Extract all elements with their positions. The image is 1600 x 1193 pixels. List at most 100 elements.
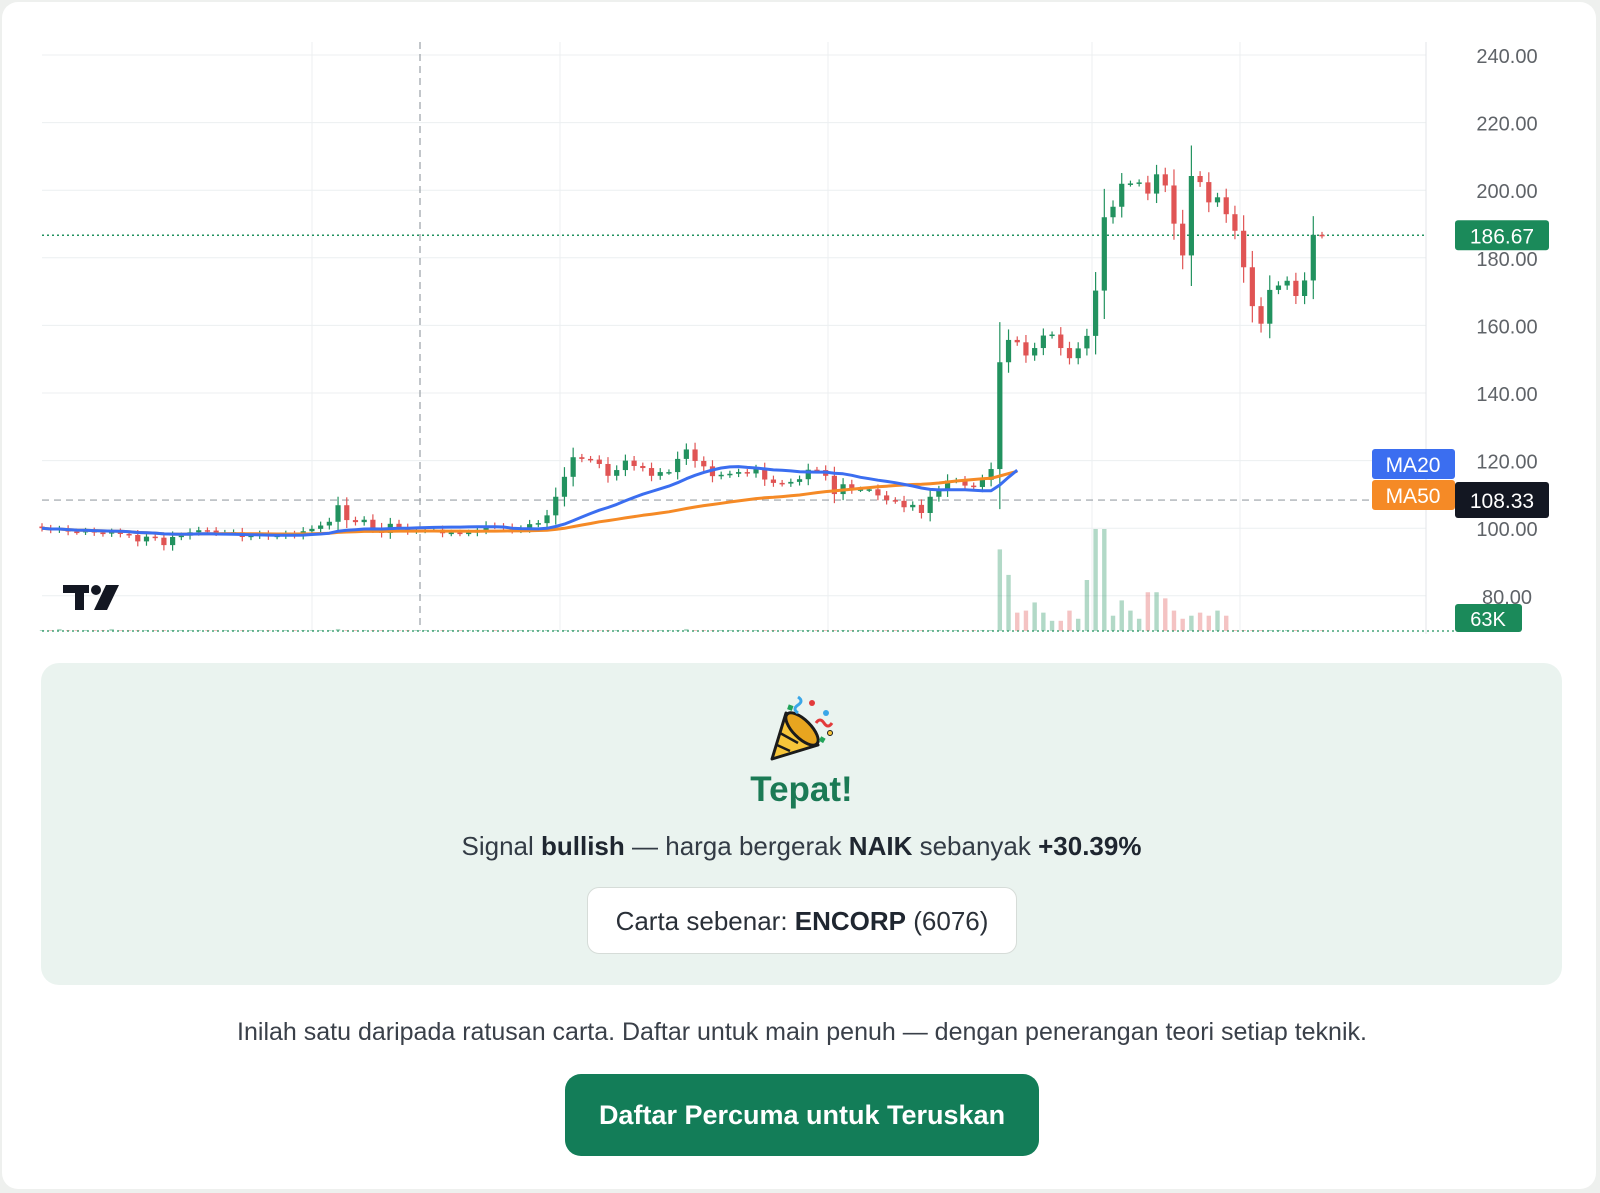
- candle-body: [762, 469, 768, 480]
- candle-body: [1249, 267, 1255, 307]
- volume-bar: [1128, 610, 1133, 631]
- candle-body: [1032, 348, 1038, 356]
- candle-body: [587, 458, 594, 461]
- candle-body: [875, 489, 881, 496]
- candle-body: [770, 479, 777, 483]
- candle-body: [631, 460, 637, 467]
- volume-bar: [1215, 610, 1220, 631]
- candle-body: [779, 482, 785, 485]
- candle-body: [605, 463, 611, 476]
- candle-body: [788, 481, 794, 484]
- candle-body: [74, 531, 80, 534]
- y-tick-label: 160.00: [1476, 316, 1537, 338]
- candle-body: [735, 472, 742, 474]
- candle-body: [701, 460, 707, 467]
- actual-prefix: Carta sebenar:: [615, 906, 795, 936]
- volume-bar: [1084, 580, 1090, 631]
- candle-body: [448, 532, 454, 535]
- price-chart[interactable]: 240.00 220.00 200.00 180.00 160.00 140.00 120.…: [2, 2, 1570, 642]
- volume-bar: [1032, 602, 1037, 631]
- candle-body: [457, 532, 463, 535]
- candle-body: [866, 489, 872, 491]
- volume-bar: [1023, 610, 1029, 631]
- legend-label-ma50: MA50: [1386, 485, 1441, 508]
- candle-body: [196, 530, 202, 533]
- party-popper-icon: [770, 695, 834, 761]
- result-panel: Tepat! Signal bullish — harga bergerak N…: [41, 663, 1562, 985]
- actual-chart-pill: Carta sebenar: ENCORP (6076): [587, 887, 1017, 954]
- candle-body: [1293, 280, 1299, 296]
- candle-body: [927, 496, 933, 513]
- tradingview-logo-icon: [63, 585, 119, 610]
- candle-body: [352, 520, 359, 523]
- candle-body: [135, 534, 141, 542]
- candle-body: [1040, 335, 1046, 349]
- candle-body: [178, 535, 184, 538]
- candle-body: [318, 525, 324, 529]
- candle-body: [544, 515, 550, 524]
- candle-body: [1258, 306, 1264, 324]
- candle-body: [727, 473, 733, 476]
- change-percent: +30.39%: [1038, 831, 1142, 861]
- volume-label: 63K: [1470, 609, 1506, 631]
- candle-body: [1049, 334, 1055, 337]
- candle-body: [1066, 348, 1073, 359]
- y-tick-label: 220.00: [1476, 114, 1537, 136]
- candle-body: [892, 500, 898, 502]
- candle-body: [326, 521, 332, 526]
- candle-body: [1197, 176, 1203, 183]
- ticker: ENCORP: [794, 906, 907, 936]
- y-tick-label: 120.00: [1476, 452, 1537, 474]
- candle-body: [1136, 182, 1142, 184]
- candle-body: [1014, 339, 1020, 343]
- candle-body: [1241, 230, 1247, 268]
- volume-bar: [1180, 618, 1185, 631]
- candle-body: [1119, 183, 1125, 207]
- y-tick-label: 100.00: [1476, 519, 1537, 541]
- candle-body: [1127, 183, 1134, 185]
- volume-bar: [1110, 615, 1116, 631]
- volume-bar: [1189, 615, 1194, 631]
- crosshair-price-label: 108.33: [1470, 490, 1534, 513]
- candle-body: [1275, 285, 1282, 290]
- price-chart-svg[interactable]: 240.00 220.00 200.00 180.00 160.00 140.00 120.…: [2, 2, 1570, 642]
- candle-body: [561, 476, 568, 497]
- candle-body: [1171, 185, 1177, 224]
- candle-body: [161, 537, 167, 546]
- candle-body: [579, 457, 585, 459]
- candle-body: [1180, 223, 1186, 256]
- signal-summary: Signal bullish — harga bergerak NAIK seb…: [41, 831, 1562, 862]
- volume-bar: [1154, 592, 1159, 631]
- volume-bar: [1049, 620, 1055, 631]
- volume-bar: [1041, 612, 1046, 631]
- candle-body: [936, 490, 942, 497]
- candle-body: [535, 523, 541, 525]
- candle-body: [1058, 334, 1064, 349]
- candle-body: [1319, 234, 1325, 237]
- candle-body: [1310, 234, 1316, 281]
- candle-body: [1023, 342, 1029, 356]
- candle-body: [1093, 290, 1099, 336]
- candle-body: [971, 485, 977, 488]
- candle-body: [1162, 174, 1168, 186]
- direction-word: NAIK: [848, 831, 913, 861]
- candle-body: [1301, 280, 1308, 296]
- volume-bar: [1119, 600, 1124, 631]
- candle-body: [1145, 182, 1151, 194]
- candle-body: [361, 519, 367, 523]
- candle-body: [1075, 348, 1081, 359]
- candle-body: [666, 472, 672, 474]
- candle-body: [344, 505, 350, 521]
- candle-body: [370, 519, 376, 528]
- candle-body: [143, 536, 150, 542]
- volume-bar: [1206, 615, 1212, 631]
- register-free-button[interactable]: Daftar Percuma untuk Teruskan: [565, 1074, 1039, 1156]
- candle-body: [910, 504, 916, 508]
- volume-bar: [1006, 574, 1011, 631]
- candle-body: [553, 496, 559, 516]
- candle-body: [1101, 217, 1107, 291]
- volume-bar: [1058, 620, 1063, 631]
- candle-body: [796, 479, 803, 482]
- candle-body: [170, 536, 176, 546]
- volume-bar: [997, 549, 1003, 631]
